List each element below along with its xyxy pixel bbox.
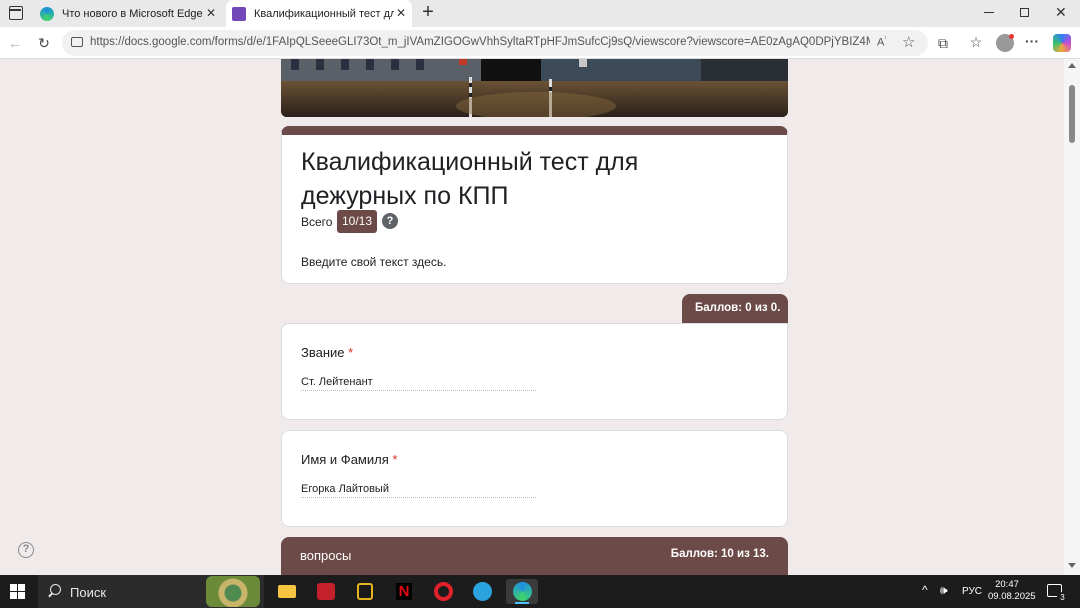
required-mark: *: [348, 345, 354, 360]
tab-google-form[interactable]: Квалификационный тест для дежурных по КП…: [226, 0, 412, 27]
tray-overflow-icon[interactable]: ^: [922, 583, 928, 597]
close-icon[interactable]: ✕: [394, 6, 408, 20]
form-title-card: Квалификационный тест для дежурных по КП…: [281, 126, 788, 284]
app-icon-star[interactable]: [352, 579, 378, 604]
answer-text: Ст. Лейтенант: [301, 376, 536, 391]
site-info-icon[interactable]: [71, 37, 83, 47]
language-indicator[interactable]: РУС: [962, 586, 982, 597]
form-page: Квалификационный тест для дежурных по КП…: [0, 59, 1064, 575]
edge-icon[interactable]: [506, 579, 538, 604]
taskbar: Поиск N ^ 🕪 РУС 20:47 09.08.2025 3: [0, 575, 1080, 608]
help-icon[interactable]: ?: [382, 213, 398, 229]
more-menu-icon[interactable]: ···: [1023, 32, 1041, 50]
restore-button[interactable]: [1020, 8, 1029, 17]
answer-text: Егорка Лайтовый: [301, 483, 536, 498]
notification-dot-icon: [1009, 34, 1014, 39]
app-icon-red-play[interactable]: [313, 579, 339, 604]
question-label: Звание: [301, 345, 345, 360]
section-title: вопросы: [300, 548, 352, 563]
taskbar-search[interactable]: Поиск: [38, 575, 264, 608]
netflix-icon[interactable]: N: [391, 579, 417, 604]
total-label: Всего: [301, 215, 333, 229]
header-image: [281, 59, 788, 117]
refresh-icon[interactable]: ↻: [35, 34, 53, 52]
file-explorer-icon[interactable]: [274, 579, 300, 604]
scrollbar[interactable]: [1064, 59, 1080, 575]
question-title: Имя и Фамиля *: [301, 452, 397, 467]
back-icon[interactable]: ←: [6, 34, 24, 52]
tab-label: Квалификационный тест для дежурных по КП…: [254, 7, 394, 20]
favorite-icon[interactable]: ☆: [902, 33, 915, 51]
tab-whats-new-edge[interactable]: Что нового в Microsoft Edge ✕: [34, 0, 222, 27]
search-highlight-image: [206, 576, 260, 607]
help-icon[interactable]: ?: [18, 542, 34, 558]
close-window-button[interactable]: ✕: [1055, 4, 1067, 21]
opera-icon[interactable]: [430, 579, 456, 604]
form-title: Квалификационный тест для дежурных по КП…: [301, 148, 639, 210]
favorites-icon[interactable]: ☆: [967, 33, 985, 51]
tab-strip: Что нового в Microsoft Edge ✕ Квалификац…: [0, 0, 1080, 27]
form-description: Введите свой текст здесь.: [301, 255, 447, 269]
scroll-down-icon[interactable]: [1068, 563, 1076, 568]
windows-start-icon[interactable]: [10, 584, 26, 600]
search-icon-handle: [48, 592, 53, 598]
scrollbar-thumb[interactable]: [1069, 85, 1075, 143]
question-label: Имя и Фамиля: [301, 452, 389, 467]
volume-icon[interactable]: 🕪: [940, 583, 948, 598]
extensions-icon[interactable]: ⧉: [934, 34, 952, 52]
tab-label: Что нового в Microsoft Edge: [62, 7, 203, 20]
google-forms-icon: [232, 6, 246, 21]
close-icon[interactable]: ✕: [204, 6, 218, 20]
clock[interactable]: 20:47 09.08.2025: [988, 579, 1036, 603]
telegram-icon[interactable]: [469, 579, 495, 604]
total-score-badge: 10/13: [337, 210, 378, 233]
new-tab-button[interactable]: +: [419, 2, 437, 23]
clock-date: 09.08.2025: [988, 591, 1036, 602]
question-card-name: Имя и Фамиля * Егорка Лайтовый: [281, 430, 788, 527]
search-label: Поиск: [70, 585, 107, 600]
question-card-rank: Звание * Ст. Лейтенант: [281, 323, 788, 420]
address-bar[interactable]: https://docs.google.com/forms/d/e/1FAIpQ…: [62, 30, 928, 56]
copilot-icon[interactable]: [1053, 34, 1071, 52]
section-header: вопросы Баллов: 10 из 13.: [281, 537, 788, 575]
scroll-up-icon[interactable]: [1068, 63, 1076, 68]
clock-time: 20:47: [995, 579, 1019, 590]
minimize-button[interactable]: [984, 12, 994, 13]
tab-actions-icon[interactable]: [9, 6, 23, 20]
read-aloud-icon[interactable]: A⁾: [877, 35, 886, 49]
browser-toolbar: ← ↻ https://docs.google.com/forms/d/e/1F…: [0, 27, 1080, 59]
points-badge: Баллов: 0 из 0.: [682, 294, 788, 323]
edge-icon: [40, 6, 54, 21]
question-title: Звание *: [301, 345, 353, 360]
section-score: Баллов: 10 из 13.: [670, 548, 769, 560]
notification-count: 3: [1057, 592, 1068, 603]
url-text[interactable]: https://docs.google.com/forms/d/e/1FAIpQ…: [90, 36, 870, 48]
required-mark: *: [392, 452, 398, 467]
